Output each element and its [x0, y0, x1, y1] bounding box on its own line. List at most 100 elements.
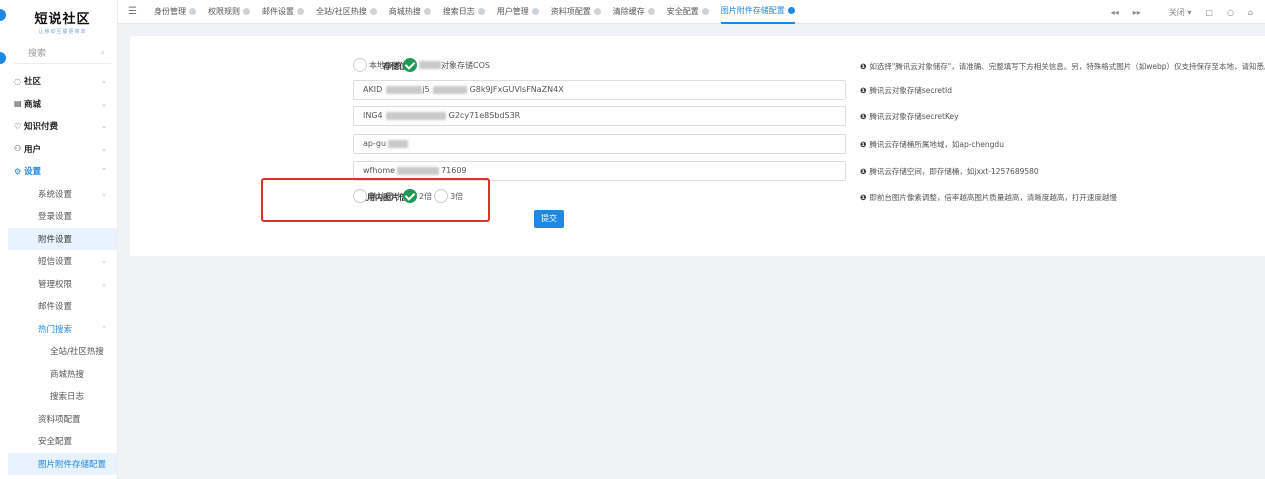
sidebar-item-label: 商城: [24, 99, 42, 110]
value-part: j5: [422, 85, 430, 94]
menu-toggle-icon[interactable]: ☰: [128, 6, 142, 17]
chat-icon: ◌: [14, 76, 21, 86]
sidebar-item-label: 用户: [24, 144, 42, 155]
storage-local-radio[interactable]: [353, 58, 367, 72]
settings-form: 存储位置 本地存储 对象存储COS ❶ 如选择"腾讯云对象储存"，请准确、完整填写…: [130, 36, 1265, 256]
sidebar-item-shop-hot-search[interactable]: 商城热搜: [8, 363, 117, 386]
redacted-text: [388, 139, 409, 148]
close-icon[interactable]: [531, 8, 539, 15]
value-part: AKID: [363, 85, 383, 94]
sidebar-item-hot-search[interactable]: 热门搜索 ⌃: [8, 318, 117, 341]
sidebar-item-label: 安全配置: [38, 437, 73, 448]
tab-clear-cache[interactable]: 清除缓存: [613, 0, 655, 24]
tab-label: 安全配置: [666, 7, 699, 16]
tab-permissions[interactable]: 权限规则: [208, 0, 250, 24]
tab-shop-hot-search[interactable]: 商城热搜: [389, 0, 431, 24]
sidebar-item-users[interactable]: ⚇ 用户 ⌄: [8, 138, 117, 161]
tab-label: 邮件设置: [262, 7, 294, 16]
close-icon[interactable]: [701, 8, 709, 15]
tab-identity[interactable]: 身份管理: [154, 0, 196, 24]
close-icon[interactable]: [477, 8, 485, 15]
chevron-down-icon: ⌄: [101, 189, 107, 198]
search-placeholder: 搜索: [28, 49, 47, 59]
chevron-up-icon: ⌃: [101, 167, 107, 176]
close-icon[interactable]: [189, 8, 196, 15]
sidebar-item-label: 社区: [24, 77, 42, 88]
hint-text: 腾讯云对象存储secretKey: [869, 112, 959, 121]
sidebar-item-login-settings[interactable]: 登录设置: [8, 205, 117, 228]
secret-id-hint: ❶ 腾讯云对象存储secretId: [860, 85, 952, 96]
sidebar-item-label: 邮件设置: [38, 302, 73, 313]
sidebar-item-search-log[interactable]: 搜索日志: [8, 385, 117, 408]
secret-key-row: secretKey ING4G2cy71e8SbdS3R ❶腾讯云对象存储sec…: [130, 106, 1265, 126]
sidebar-item-sms-settings[interactable]: 短信设置 ⌄: [8, 250, 117, 273]
sidebar-item-system-settings[interactable]: 系统设置 ⌄: [8, 183, 117, 206]
secret-key-input[interactable]: ING4 G2cy71e8SbdS3R: [353, 106, 846, 126]
value-part: ING4: [363, 111, 383, 120]
close-icon[interactable]: [593, 8, 601, 15]
secret-key-hint: ❶ 腾讯云对象存储secretKey: [860, 111, 959, 122]
tabs-prev-icon[interactable]: ◂◂: [1111, 8, 1119, 17]
sidebar-item-security[interactable]: 安全配置: [8, 430, 117, 453]
sidebar-item-label: 资料项配置: [38, 414, 81, 425]
tab-site-hot-search[interactable]: 全站/社区热搜: [316, 0, 377, 24]
tab-profile-fields[interactable]: 资料项配置: [551, 0, 601, 24]
storage-hint: ❶ 如选择"腾讯云对象储存"，请准确、完整填写下方相关信息。另，特殊格式图片（如w…: [860, 61, 1265, 72]
tab-image-storage[interactable]: 图片附件存储配置: [720, 0, 795, 24]
sidebar-item-shop[interactable]: ▤ 商城 ⌄: [8, 93, 117, 116]
close-icon[interactable]: [297, 8, 304, 15]
secret-id-input[interactable]: AKID j5 G8k9JFxGUVlsFNaZN4X: [353, 80, 846, 100]
info-circle-icon: ❶: [860, 112, 867, 121]
redacted-text: [397, 166, 440, 175]
redacted-text: [419, 61, 441, 69]
tab-security[interactable]: 安全配置: [667, 0, 709, 24]
tab-label: 全站/社区热搜: [316, 7, 367, 16]
region-input[interactable]: ap-gu: [353, 134, 846, 154]
sidebar-item-community[interactable]: ◌ 社区 ⌄: [8, 70, 117, 93]
hint-text: 腾讯云对象存储secretId: [869, 86, 952, 95]
close-icon[interactable]: [369, 8, 377, 15]
tab-search-log[interactable]: 搜索日志: [443, 0, 485, 24]
tabs-next-icon[interactable]: ▸▸: [1133, 8, 1141, 17]
tab-label: 用户管理: [496, 7, 529, 16]
close-icon[interactable]: [647, 8, 655, 15]
sidebar-item-mail-settings[interactable]: 邮件设置: [8, 295, 117, 318]
sidebar-item-site-hot-search[interactable]: 全站/社区热搜: [8, 340, 117, 363]
close-tabs-dropdown[interactable]: 关闭 ▾: [1155, 7, 1192, 18]
sidebar-item-label: 知识付费: [24, 122, 59, 133]
close-tabs-label: 关闭: [1168, 7, 1185, 17]
sidebar-item-label: 管理权限: [38, 279, 73, 290]
edge-strip: [0, 0, 8, 479]
sidebar-item-label: 商城热搜: [50, 369, 85, 380]
tab-label: 搜索日志: [442, 7, 475, 16]
storage-cos-radio[interactable]: [403, 58, 417, 72]
sidebar-item-label: 短信设置: [38, 257, 73, 268]
tab-mail[interactable]: 邮件设置: [262, 0, 304, 24]
close-icon[interactable]: [243, 8, 250, 15]
secret-id-row: secretId AKIDj5G8k9JFxGUVlsFNaZN4X ❶腾讯云对…: [130, 80, 1265, 100]
close-icon[interactable]: [787, 7, 795, 14]
storage-cos-label: 对象存储COS: [441, 60, 490, 70]
sidebar-item-image-storage[interactable]: 图片附件存储配置: [8, 452, 117, 475]
hint-text: 如选择"腾讯云对象储存"，请准确、完整填写下方相关信息。另，特殊格式图片（如we…: [869, 62, 1265, 71]
sidebar-item-profile-fields[interactable]: 资料项配置: [8, 408, 117, 431]
sidebar-item-knowledge[interactable]: ♡ 知识付费 ⌄: [8, 115, 117, 138]
tab-label: 身份管理: [154, 7, 186, 16]
fullscreen-icon[interactable]: □: [1205, 8, 1213, 17]
refresh-icon[interactable]: ○: [1227, 8, 1234, 17]
lock-icon[interactable]: ⌂: [1248, 8, 1253, 17]
close-icon[interactable]: [423, 8, 431, 15]
value-part: G2cy71e8SbdS3R: [448, 111, 521, 120]
sidebar-item-label: 图片附件存储配置: [38, 459, 107, 470]
sidebar-search[interactable]: 搜索 ⌕: [14, 42, 111, 64]
value-part: 71609: [441, 166, 467, 175]
chevron-down-icon: ⌄: [101, 279, 107, 288]
sidebar-item-admin-permissions[interactable]: 管理权限 ⌄: [8, 273, 117, 296]
tab-user-management[interactable]: 用户管理: [497, 0, 539, 24]
redacted-text: [385, 111, 446, 120]
sidebar-item-attachment-settings[interactable]: 附件设置: [8, 227, 117, 250]
sidebar-item-settings[interactable]: ⚙ 设置 ⌃: [8, 160, 117, 183]
submit-button[interactable]: 提交: [534, 210, 564, 228]
logo-subtitle: 让移动互联更简单: [38, 29, 87, 35]
value-part: G8k9JFxGUVlsFNaZN4X: [469, 85, 564, 94]
